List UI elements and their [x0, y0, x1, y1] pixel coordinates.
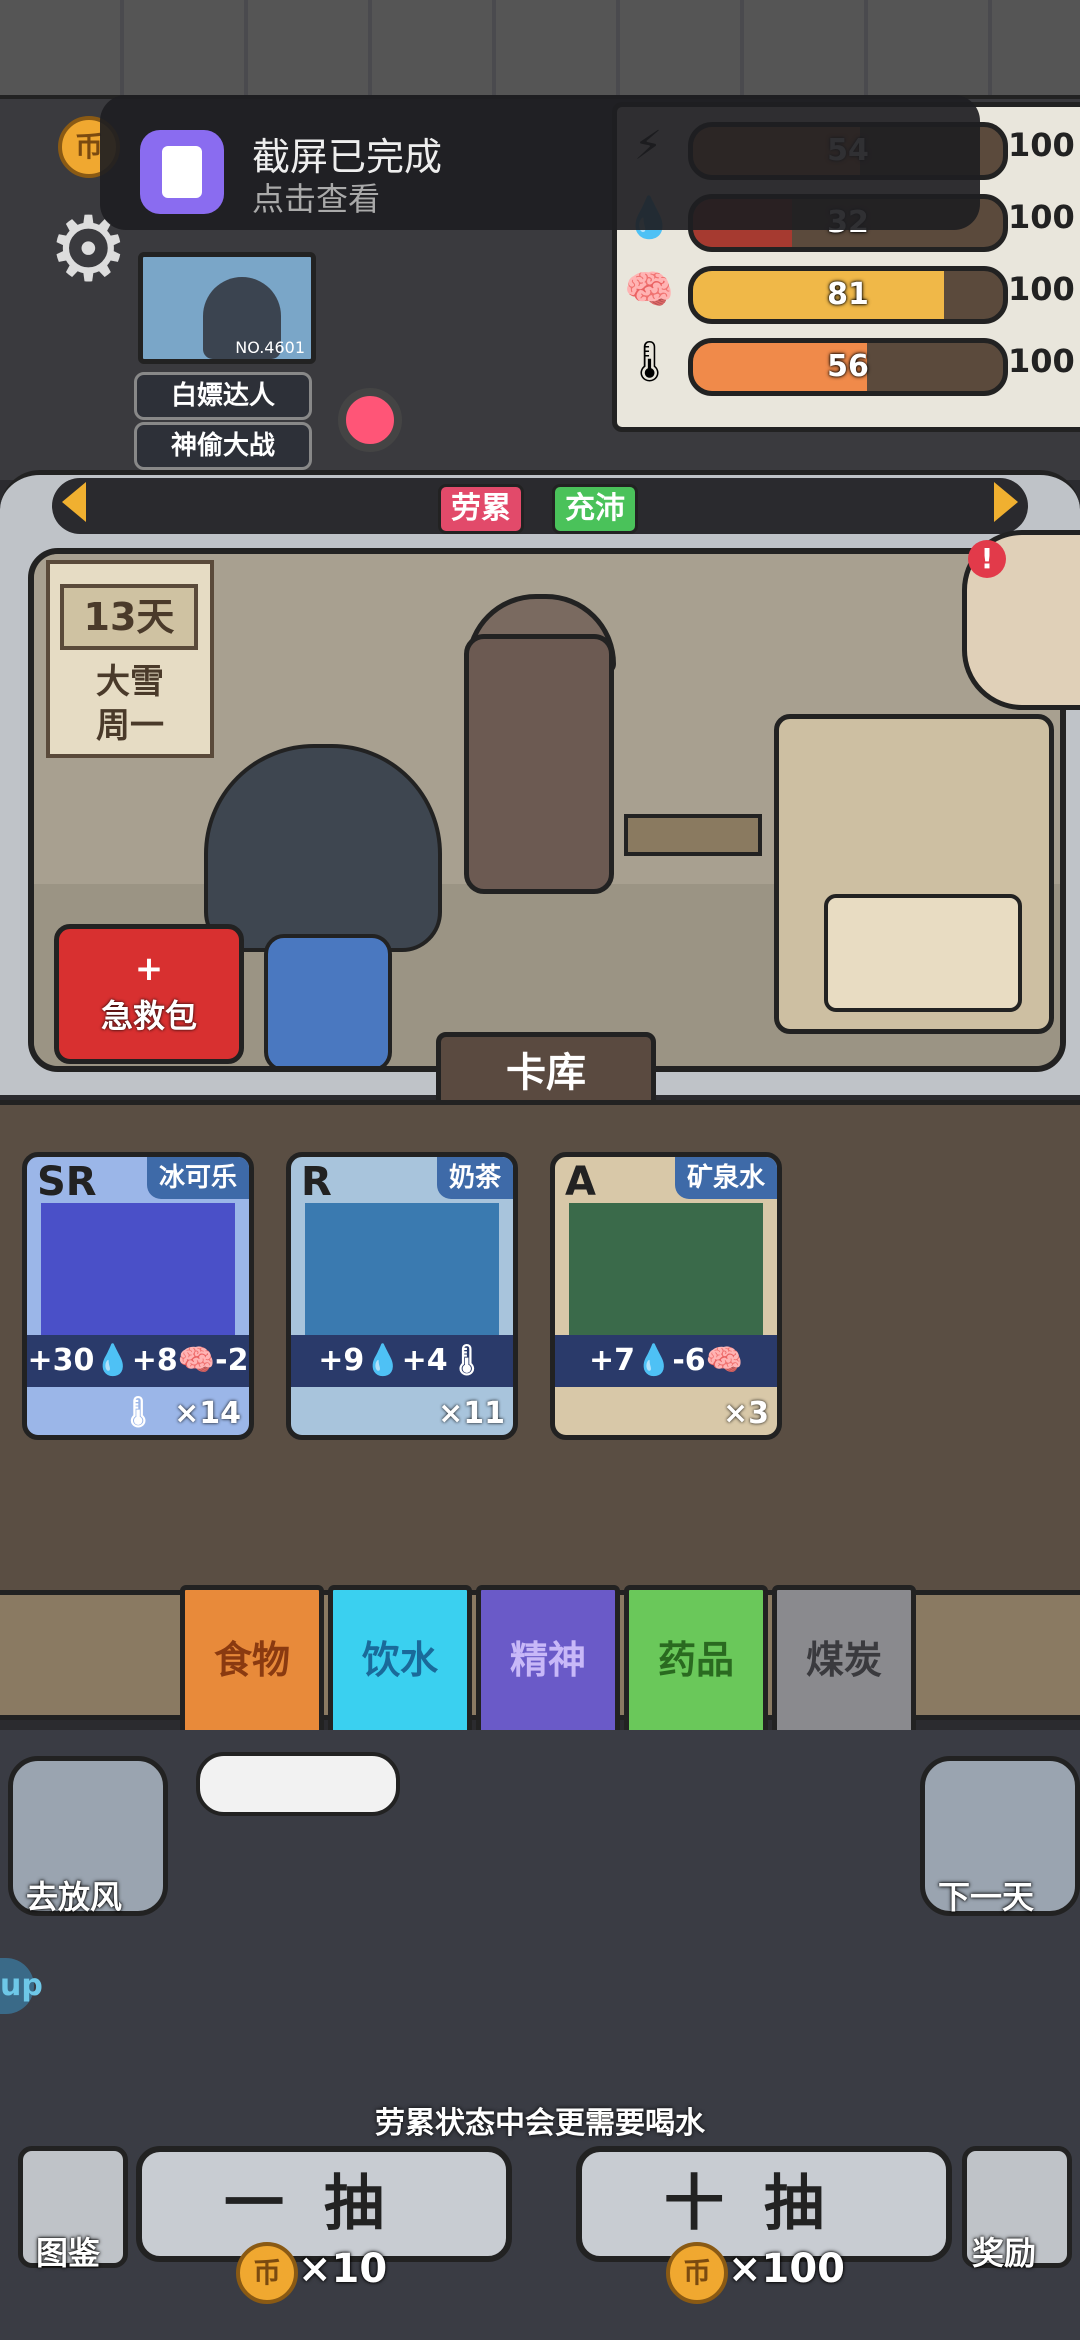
player-avatar[interactable]: NO.4601 [138, 252, 316, 364]
card-count: ×3 [722, 1396, 769, 1431]
guide-book-label: 图鉴 [36, 2234, 101, 2272]
item-card[interactable]: R 奶茶 +9💧+4🌡 ×11 [286, 1152, 518, 1440]
mind-stat-value: 81 [827, 277, 869, 312]
alert-icon: ! [968, 540, 1006, 578]
temperature-stat-value: 56 [827, 349, 869, 384]
next-day-label: 下一天 [938, 1878, 1035, 1916]
card-rank: R [301, 1159, 332, 1205]
card-rank: A [565, 1159, 596, 1205]
temperature-stat-bar: 56 [688, 338, 1008, 396]
badge-title-2[interactable]: 神偷大战 [134, 422, 312, 470]
card-art [41, 1203, 235, 1343]
card-name: 矿泉水 [674, 1157, 777, 1199]
stool [624, 814, 762, 856]
hint-text: 劳累状态中会更需要喝水 [375, 2106, 705, 2141]
draw-ten-button[interactable]: 十抽 [576, 2146, 952, 2262]
prisoner-character[interactable] [204, 744, 442, 952]
calendar-day: 13天 [60, 584, 198, 650]
card-effects: +9💧+4🌡 [291, 1335, 513, 1387]
category-tab[interactable]: 煤炭 [772, 1585, 916, 1739]
plus-icon: + [134, 949, 164, 989]
draw-one-button[interactable]: 一抽 [136, 2146, 512, 2262]
draw-one-cost: ×10 [298, 2246, 388, 2292]
inmates-bubble [196, 1752, 400, 1816]
item-card[interactable]: SR 冰可乐 +30💧+8🧠-2🌡 ×14 [22, 1152, 254, 1440]
status-bar [52, 478, 1028, 534]
water-stat-max: 100 [1008, 198, 1075, 236]
mind-stat-max: 100 [1008, 270, 1075, 308]
energy-stat-max: 100 [1008, 126, 1075, 164]
calendar-weekday: 周一 [96, 706, 164, 746]
item-card[interactable]: A 矿泉水 +7💧-6🧠 ×3 [550, 1152, 782, 1440]
prisoner-body [264, 934, 392, 1066]
category-tab[interactable]: 药品 [624, 1585, 768, 1739]
category-tab[interactable]: 精神 [476, 1585, 620, 1739]
card-name: 冰可乐 [146, 1157, 249, 1199]
bed-pillow [824, 894, 1022, 1012]
category-tab[interactable]: 食物 [180, 1585, 324, 1739]
status-prev-arrow-icon[interactable] [62, 482, 86, 522]
calendar[interactable]: 13天 大雪 周一 [46, 560, 214, 758]
first-aid-kit-button[interactable]: + 急救包 [54, 924, 244, 1064]
draw-ten-cost: ×100 [728, 2246, 846, 2292]
ceiling-wall [0, 0, 1080, 99]
coin-icon: 币 [236, 2242, 298, 2304]
avatar-number: NO.4601 [235, 338, 305, 357]
gallery-icon-page [162, 146, 202, 198]
stove[interactable] [464, 634, 614, 894]
reward-label: 奖励 [972, 2234, 1037, 2272]
card-effects: +7💧-6🧠 [555, 1335, 777, 1387]
status-tag-energetic[interactable]: 充沛 [552, 484, 638, 534]
card-name: 奶茶 [436, 1157, 513, 1199]
alarm-light [338, 388, 402, 452]
notification-title: 截屏已完成 [252, 135, 443, 179]
card-count: ×11 [438, 1396, 505, 1431]
status-next-arrow-icon[interactable] [994, 482, 1018, 522]
cell-room: 13天 大雪 周一 + 急救包 [28, 548, 1066, 1072]
notification-subtitle: 点击查看 [252, 180, 381, 218]
brain-icon: 🧠 [624, 267, 674, 313]
card-art [305, 1203, 499, 1343]
screenshot-notification[interactable] [100, 95, 980, 230]
first-aid-kit-label: 急救包 [100, 997, 197, 1035]
go-outside-label: 去放风 [26, 1878, 123, 1916]
calendar-weather: 大雪 [96, 662, 164, 702]
mind-stat-bar: 81 [688, 266, 1008, 324]
card-art [569, 1203, 763, 1343]
badge-title-1[interactable]: 白嫖达人 [134, 372, 312, 420]
card-effects: +30💧+8🧠-2🌡 [27, 1335, 249, 1430]
category-tab[interactable]: 饮水 [328, 1585, 472, 1739]
thermometer-icon: 🌡 [624, 339, 675, 385]
card-count: ×14 [174, 1396, 241, 1431]
temperature-stat-max: 100 [1008, 342, 1075, 380]
coin-icon: 币 [666, 2242, 728, 2304]
status-tag-tired[interactable]: 劳累 [438, 484, 524, 534]
card-rank: SR [37, 1159, 97, 1205]
